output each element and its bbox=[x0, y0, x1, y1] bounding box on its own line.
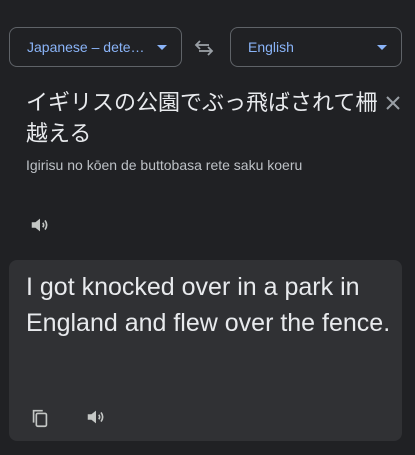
translation-text: I got knocked over in a park in England … bbox=[26, 273, 391, 337]
target-language-label: English bbox=[248, 39, 294, 55]
romanization-text: Igirisu no kōen de buttobasa rete saku k… bbox=[26, 157, 303, 173]
source-language-dropdown[interactable]: Japanese – dete… bbox=[9, 27, 182, 67]
clear-source-button[interactable] bbox=[383, 93, 403, 113]
close-icon bbox=[386, 96, 400, 110]
speaker-icon bbox=[31, 218, 48, 232]
caret-down-icon bbox=[377, 45, 387, 50]
translation-result-card: I got knocked over in a park in England … bbox=[9, 260, 402, 441]
source-language-label: Japanese – dete… bbox=[27, 39, 145, 55]
listen-translation-button[interactable] bbox=[85, 406, 107, 428]
swap-arrows-icon bbox=[194, 40, 214, 56]
speaker-icon bbox=[87, 410, 104, 424]
caret-down-icon bbox=[157, 45, 167, 50]
copy-icon bbox=[32, 409, 48, 428]
swap-languages-button[interactable] bbox=[192, 36, 216, 60]
target-language-dropdown[interactable]: English bbox=[230, 27, 402, 67]
source-text[interactable]: イギリスの公園でぶっ飛ばされて柵越える bbox=[26, 88, 378, 150]
listen-source-button[interactable] bbox=[29, 214, 51, 236]
copy-translation-button[interactable] bbox=[29, 407, 51, 429]
